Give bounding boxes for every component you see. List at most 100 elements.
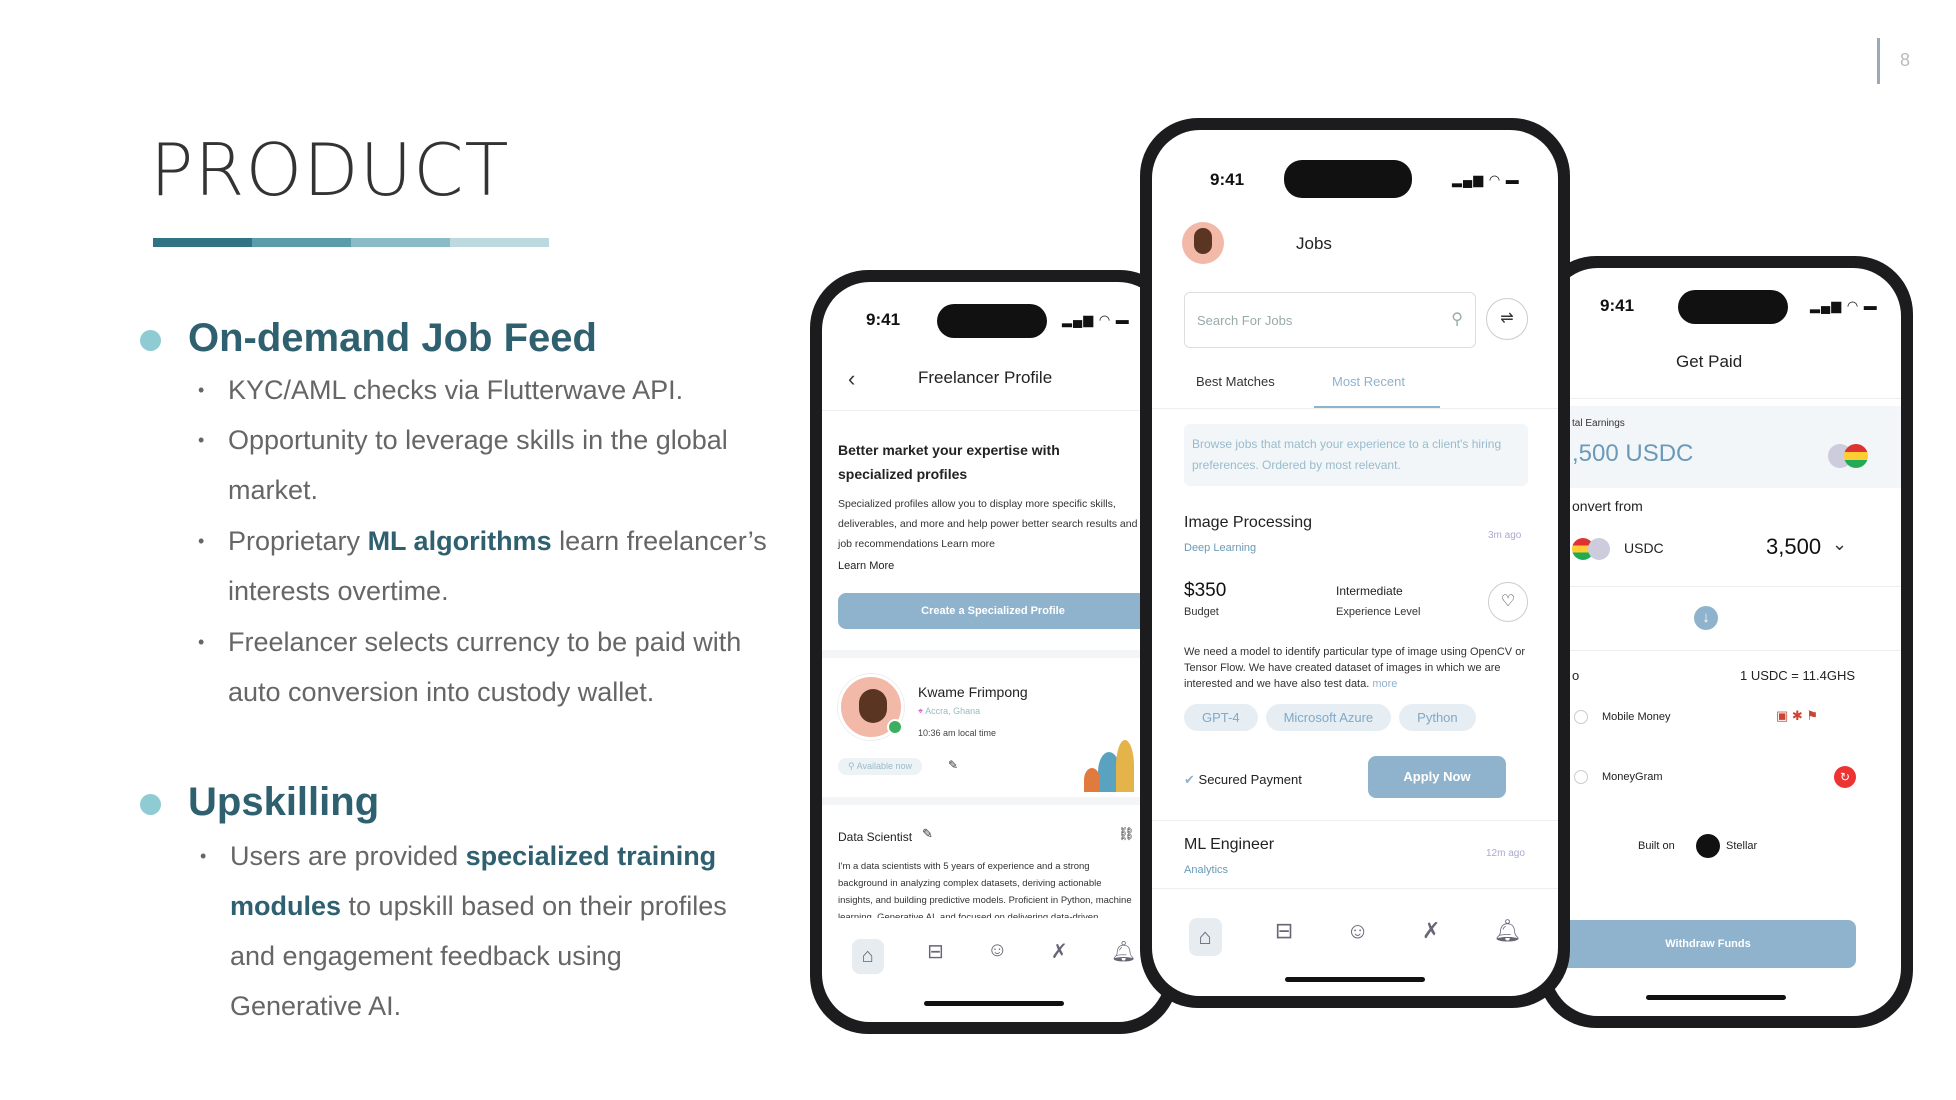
radio-moneygram[interactable] [1574, 770, 1588, 784]
bullet-text: Users are provided [230, 841, 466, 871]
phone-get-paid: 9:41 ▂▄▆ ◠ ▬ Get Paid tal Earnings ,500 … [1538, 256, 1913, 1028]
dynamic-island [1678, 290, 1788, 324]
page-title: PRODUCT [150, 128, 510, 212]
bullet-item: • Proprietary ML algorithms learn freelan… [198, 526, 767, 606]
payout-option-label: MoneyGram [1602, 771, 1663, 783]
status-time: 9:41 [1210, 170, 1245, 189]
home-icon[interactable]: ⌂ [851, 939, 884, 974]
signal-icon: ▂▄▆ ◠ ▬ [1452, 172, 1520, 187]
availability-text: Available now [856, 761, 912, 771]
divider [1152, 408, 1558, 409]
bio-text: I'm a data scientists with 5 years of ex… [838, 861, 1132, 918]
avatar [838, 674, 904, 740]
search-icon: ⚲ [1451, 311, 1463, 328]
page-number: 8 [1900, 50, 1911, 70]
earnings-amount: ,500 USDC [1572, 440, 1694, 467]
home-indicator [1645, 995, 1786, 1000]
stellar-label: Stellar [1726, 840, 1758, 852]
dynamic-island [937, 304, 1047, 338]
usdc-icon [1588, 538, 1610, 560]
page-number-bar [1877, 38, 1880, 84]
briefcase-icon[interactable]: ⊟ [927, 939, 944, 974]
signal-icon: ▂▄▆ ◠ ▬ [1810, 298, 1878, 313]
job-description: We need a model to identify particular t… [1184, 644, 1528, 692]
skill-tag[interactable]: Microsoft Azure [1265, 704, 1392, 731]
tab-most-recent[interactable]: Most Recent [1332, 374, 1405, 389]
bullet-highlight: ML algorithms [367, 526, 552, 556]
job-category: Deep Learning [1184, 542, 1257, 554]
promo-description: Specialized profiles allow you to displa… [838, 498, 1138, 550]
edit-icon[interactable]: ✎ [922, 826, 933, 842]
dynamic-island [1284, 160, 1412, 198]
search-placeholder: Search For Jobs [1197, 313, 1293, 328]
bullet-dot [140, 330, 161, 351]
underline-segment [351, 238, 450, 247]
search-input[interactable]: Search For Jobs ⚲ [1184, 292, 1476, 348]
divider [1152, 888, 1558, 889]
phone-jobs: 9:41 ▂▄▆ ◠ ▬ Jobs Search For Jobs ⚲ ⇌ Bes… [1140, 118, 1570, 1008]
bell-icon[interactable]: 🔔︎ [1493, 918, 1521, 956]
bottom-nav: ⌂ ⊟ ☺ ✗ 🔔︎ [830, 939, 1158, 974]
experience-label: Experience Level [1336, 606, 1421, 618]
experience-level: Intermediate [1336, 584, 1403, 598]
bullet-item: • Opportunity to leverage skills in the g… [198, 425, 728, 505]
heart-icon[interactable]: ♡ [1488, 582, 1528, 622]
tools-icon[interactable]: ✗ [1422, 918, 1440, 956]
screen-title: Jobs [1296, 234, 1332, 253]
tools-icon[interactable]: ✗ [1051, 939, 1068, 974]
smiley-icon[interactable]: ☺ [987, 939, 1007, 974]
screen-title: Freelancer Profile [918, 368, 1053, 387]
skill-tag[interactable]: Python [1399, 704, 1476, 731]
section-job-feed: On-demand Job Feed [140, 316, 597, 361]
currency-amount[interactable]: 3,500 [1766, 534, 1821, 560]
job-time: 3m ago [1488, 530, 1522, 541]
section-upskilling: Upskilling [140, 780, 379, 825]
chevron-down-icon[interactable]: ⌄ [1832, 534, 1847, 555]
home-icon[interactable]: ⌂ [1188, 918, 1222, 956]
avatar[interactable] [1182, 222, 1224, 264]
ghana-flag-icon [1844, 444, 1868, 468]
job-title[interactable]: Image Processing [1184, 514, 1312, 532]
briefcase-icon[interactable]: ⊟ [1275, 918, 1293, 956]
section-heading: On-demand Job Feed [188, 316, 597, 360]
moneygram-logo-icon: ↻ [1834, 766, 1856, 788]
skill-tag[interactable]: GPT-4 [1184, 704, 1258, 731]
location-text: Accra, Ghana [925, 706, 981, 716]
online-badge [887, 719, 903, 735]
filter-icon[interactable]: ⇌ [1486, 298, 1528, 340]
learn-more-link[interactable]: Learn More [838, 560, 894, 572]
back-icon[interactable]: ‹ [848, 366, 855, 392]
smiley-icon[interactable]: ☺ [1346, 918, 1368, 956]
tab-best-matches[interactable]: Best Matches [1196, 374, 1275, 389]
location: ⌖ Accra, Ghana [918, 706, 980, 717]
job-category: Analytics [1184, 864, 1229, 876]
exchange-rate: 1 USDC = 11.4GHS [1740, 668, 1856, 683]
divider [822, 410, 1166, 411]
divider [822, 797, 1166, 805]
signal-icon: ▂▄▆ ◠ ▬ [1062, 312, 1130, 327]
status-time: 9:41 [866, 310, 901, 329]
apply-now-button[interactable]: Apply Now [1368, 756, 1506, 798]
availability-badge[interactable]: ⚲ Available now [838, 758, 922, 775]
bell-icon[interactable]: 🔔︎ [1111, 939, 1136, 974]
mobile-money-logos-icon: ▣ ✱ ⚑ [1776, 708, 1819, 723]
bullet-text: Proprietary [228, 526, 368, 556]
job-description-text: We need a model to identify particular t… [1184, 646, 1525, 690]
convert-label: onvert from [1572, 498, 1643, 514]
more-link[interactable]: more [1372, 678, 1397, 690]
bottom-nav: ⌂ ⊟ ☺ ✗ 🔔︎ [1162, 918, 1548, 956]
withdraw-button[interactable]: Withdraw Funds [1560, 920, 1856, 968]
radio-mobile-money[interactable] [1574, 710, 1588, 724]
budget-label: Budget [1184, 606, 1219, 618]
edit-icon[interactable]: ✎ [948, 758, 958, 772]
promo-heading: Better market your expertise with specia… [838, 442, 1060, 482]
info-banner: Browse jobs that match your experience t… [1184, 424, 1528, 486]
create-profile-button[interactable]: Create a Specialized Profile [838, 593, 1148, 629]
divider [1152, 820, 1558, 821]
role-title: Data Scientist [838, 830, 913, 844]
job-title[interactable]: ML Engineer [1184, 836, 1274, 854]
link-icon[interactable]: ⛓ [1118, 826, 1135, 842]
title-underline [153, 238, 549, 247]
to-label: o [1572, 668, 1580, 683]
plant-illustration [1080, 722, 1148, 792]
